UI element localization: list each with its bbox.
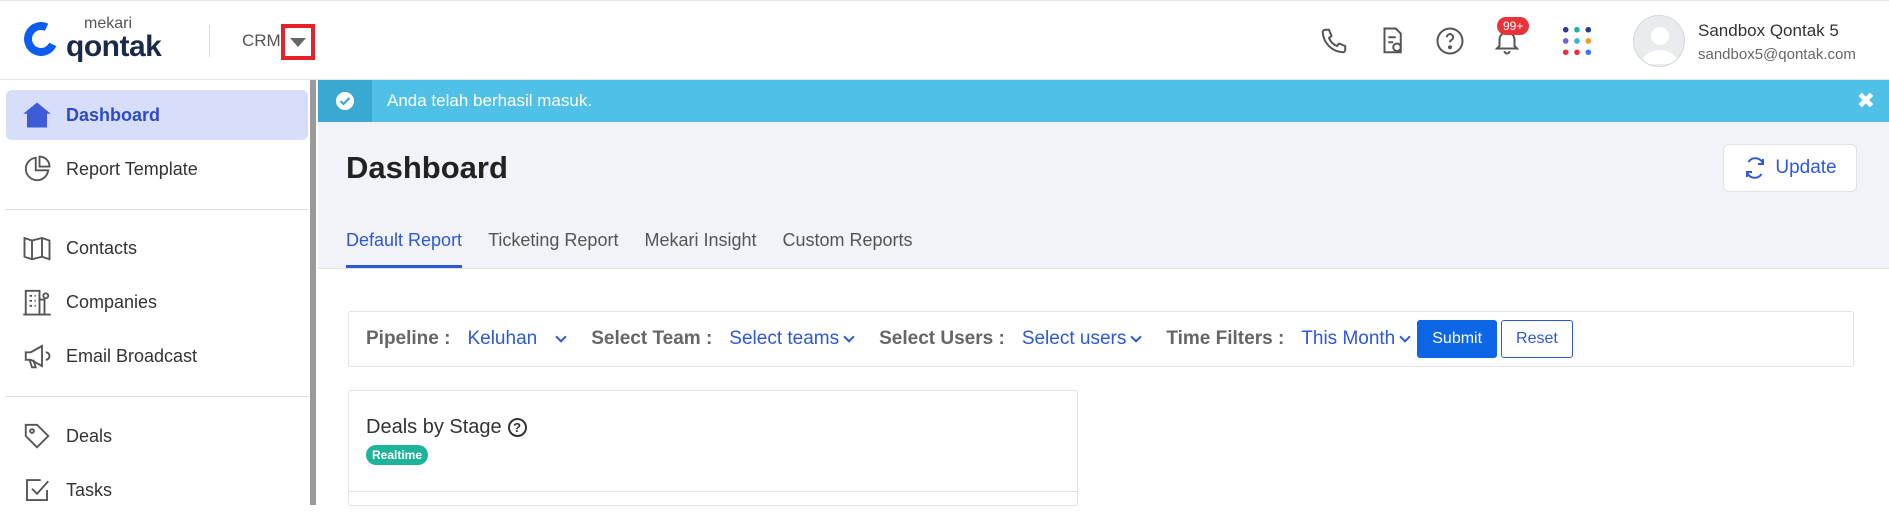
sidebar-divider [6, 209, 308, 210]
filter-bar: Pipeline : Keluhan Select Team : Select … [348, 311, 1854, 367]
sidebar-item-report-template[interactable]: Report Template [6, 144, 308, 194]
sidebar-item-companies[interactable]: Companies [6, 277, 308, 327]
top-bar: mekari qontak CRM 99+ Sandbox Qontak 5 s… [0, 0, 1889, 80]
pipeline-label: Pipeline : [366, 328, 451, 349]
help-button[interactable] [1434, 25, 1466, 57]
header-divider [209, 25, 210, 57]
document-icon [1383, 27, 1402, 54]
notification-badge: 99+ [1497, 17, 1530, 35]
apps-button[interactable] [1561, 25, 1593, 57]
time-filter-value: This Month [1301, 328, 1396, 349]
chevron-down-icon [1399, 331, 1411, 343]
refresh-icon [1746, 157, 1765, 179]
sidebar-item-label: Email Broadcast [66, 345, 198, 366]
team-value: Select teams [729, 328, 840, 349]
sidebar-item-dashboard[interactable]: Dashboard [6, 90, 308, 140]
user-silhouette-icon [1642, 27, 1678, 64]
sidebar-item-label: Companies [66, 291, 158, 312]
update-button-label: Update [1775, 157, 1837, 178]
users-label: Select Users : [879, 328, 1005, 349]
sidebar-item-label: Contacts [66, 237, 138, 258]
users-value: Select users [1021, 328, 1127, 349]
building-icon [23, 289, 51, 316]
user-avatar[interactable] [1633, 15, 1685, 67]
qontak-logo[interactable]: mekari qontak [19, 15, 162, 63]
page-title: Dashboard [346, 150, 508, 185]
sidebar-item-email-broadcast[interactable]: Email Broadcast [6, 331, 308, 381]
tab-custom-reports[interactable]: Custom Reports [783, 230, 913, 268]
sidebar-item-label: Tasks [66, 479, 113, 500]
sidebar-item-label: Report Template [66, 158, 198, 179]
pipeline-value: Keluhan [467, 328, 538, 349]
book-icon [23, 236, 51, 261]
update-button[interactable]: Update [1723, 144, 1857, 192]
tab-ticketing-report[interactable]: Ticketing Report [488, 230, 618, 268]
chevron-down-icon [1130, 331, 1143, 343]
pipeline-select[interactable]: Keluhan [467, 328, 567, 350]
sidebar-item-label: Dashboard [66, 104, 161, 125]
checkbox-icon [26, 479, 49, 501]
report-content: Pipeline : Keluhan Select Team : Select … [318, 268, 1889, 506]
question-circle-icon [1436, 27, 1464, 55]
sidebar-item-tasks[interactable]: Tasks [6, 465, 308, 515]
sidebar-item-deals[interactable]: Deals [6, 411, 308, 461]
submit-button[interactable]: Submit [1417, 320, 1498, 358]
reset-button[interactable]: Reset [1501, 320, 1573, 358]
alert-close-icon[interactable]: ✖ [1857, 88, 1875, 114]
sidebar-item-contacts[interactable]: Contacts [6, 223, 308, 273]
deals-by-stage-card: Deals by Stage ? Realtime [348, 390, 1078, 506]
team-label: Select Team : [591, 328, 713, 349]
sidebar-item-label: Deals [66, 425, 113, 446]
realtime-badge: Realtime [366, 445, 429, 465]
success-alert: Anda telah berhasil masuk. ✖ [318, 80, 1889, 122]
card-divider [349, 491, 1077, 492]
users-select[interactable]: Select users [1021, 328, 1143, 350]
check-circle-icon [336, 92, 354, 110]
tab-mekari-insight[interactable]: Mekari Insight [644, 230, 756, 268]
sidebar: Dashboard Report Template Contacts Compa… [0, 80, 312, 505]
user-email: sandbox5@qontak.com [1698, 46, 1856, 63]
pie-chart-icon [24, 155, 51, 182]
card-title: Deals by Stage [366, 416, 502, 438]
tab-default-report[interactable]: Default Report [346, 230, 463, 268]
user-name[interactable]: Sandbox Qontak 5 [1698, 21, 1839, 41]
megaphone-icon [24, 344, 51, 369]
caret-down-icon [290, 37, 306, 47]
report-tabs: Default Report Ticketing Report Mekari I… [346, 230, 913, 268]
document-button[interactable] [1376, 25, 1408, 57]
phone-button[interactable] [1318, 25, 1350, 57]
chevron-down-icon [555, 331, 567, 343]
help-icon[interactable]: ? [507, 418, 527, 437]
time-filter-select[interactable]: This Month [1301, 328, 1411, 350]
sidebar-scrollbar[interactable] [310, 80, 316, 505]
module-label: CRM [242, 31, 281, 50]
alert-message: Anda telah berhasil masuk. [387, 91, 593, 110]
time-filter-label: Time Filters : [1166, 328, 1285, 349]
team-select[interactable]: Select teams [729, 328, 855, 350]
sidebar-divider [6, 396, 308, 397]
phone-icon [1321, 28, 1347, 54]
apps-grid-icon [1562, 26, 1592, 56]
tag-icon [24, 423, 50, 449]
main-content: Anda telah berhasil masuk. ✖ Dashboard U… [318, 80, 1889, 506]
home-icon [23, 102, 51, 128]
logo-brand-name: qontak [66, 30, 162, 63]
module-dropdown-button[interactable] [281, 24, 315, 60]
chevron-down-icon [843, 331, 855, 343]
qontak-logo-icon [19, 17, 63, 61]
